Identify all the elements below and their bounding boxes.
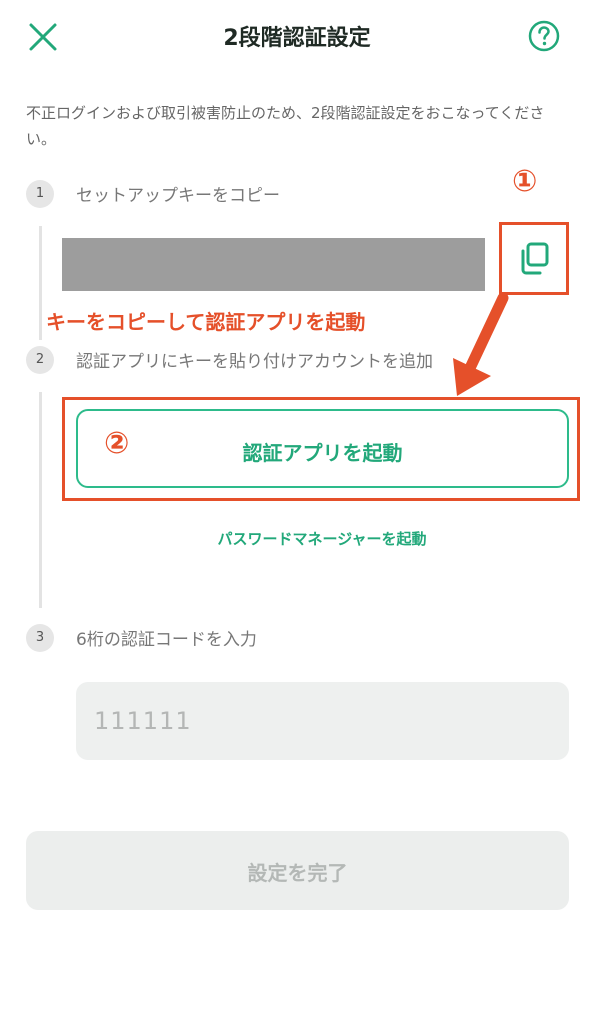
- copy-key-button[interactable]: [499, 222, 569, 295]
- annotation-mark-2: ②: [104, 426, 130, 461]
- launch-auth-app-label: 認証アプリを起動: [242, 441, 403, 465]
- step-2-connector: [39, 392, 42, 608]
- annotation-instruction: キーをコピーして認証アプリを起動: [46, 310, 366, 334]
- help-icon[interactable]: [527, 19, 561, 53]
- complete-setup-label: 設定を完了: [247, 861, 348, 885]
- step-3-label: 6桁の認証コードを入力: [76, 630, 257, 650]
- header: 2段階認証設定: [0, 0, 594, 78]
- setup-key-field: [62, 238, 485, 291]
- step-3-number: 3: [26, 624, 54, 652]
- launch-password-manager-link[interactable]: パスワードマネージャーを起動: [0, 528, 594, 549]
- page-title: 2段階認証設定: [223, 26, 371, 51]
- auth-code-input[interactable]: [76, 682, 569, 760]
- launch-auth-app-button[interactable]: 認証アプリを起動: [76, 409, 569, 488]
- annotation-mark-1: ①: [512, 164, 538, 199]
- step-1-connector: [39, 226, 42, 340]
- step-1-label: セットアップキーをコピー: [76, 186, 280, 206]
- step-2-number: 2: [26, 346, 54, 374]
- copy-icon: [521, 242, 549, 275]
- intro-text: 不正ログインおよび取引被害防止のため、2段階認証設定をおこなってください。: [26, 104, 545, 148]
- step-1-number: 1: [26, 180, 54, 208]
- step-2-label: 認証アプリにキーを貼り付けアカウントを追加: [76, 352, 433, 372]
- complete-setup-button[interactable]: 設定を完了: [26, 831, 569, 910]
- annotation-arrow: [453, 292, 509, 396]
